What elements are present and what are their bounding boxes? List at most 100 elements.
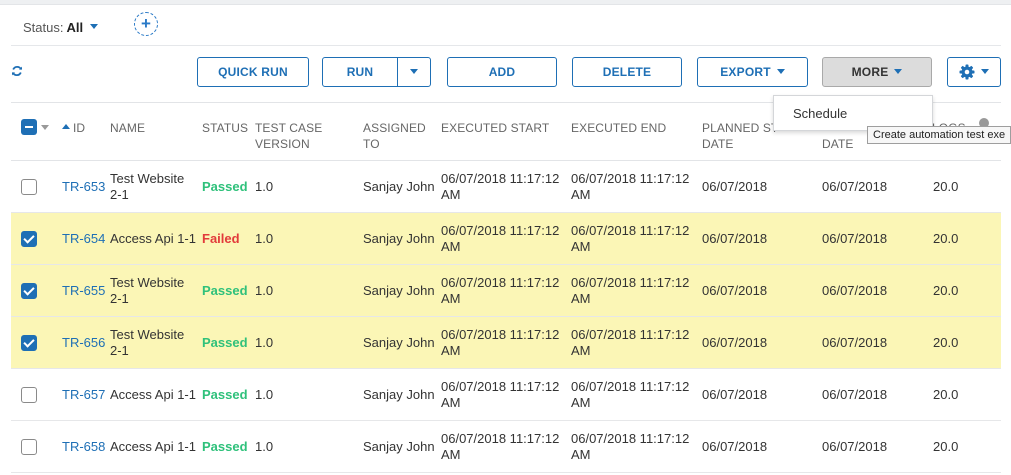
test-run-id-link[interactable]: TR-653 bbox=[62, 179, 105, 195]
row-checkbox[interactable] bbox=[21, 231, 37, 247]
logs-value: 20.0 bbox=[933, 179, 959, 194]
settings-button[interactable] bbox=[947, 57, 1001, 87]
executed-end: 06/07/2018 11:17:12 AM bbox=[571, 379, 689, 411]
table-row[interactable]: TR-657 Access Api 1-1 Passed 1.0 Sanjay John… bbox=[11, 369, 1001, 421]
executed-end-date: 06/07/2018 11:17:12 bbox=[571, 275, 690, 290]
executed-start-ampm: AM bbox=[441, 187, 461, 202]
executed-start-date: 06/07/2018 11:17:12 bbox=[441, 275, 560, 290]
test-run-name: Access Api 1-1 bbox=[110, 387, 196, 403]
test-run-name-line2: 2-1 bbox=[110, 291, 129, 306]
chevron-down-icon bbox=[894, 69, 903, 75]
menu-item-schedule[interactable]: Schedule bbox=[793, 106, 847, 121]
delete-button[interactable]: DELETE bbox=[572, 57, 682, 87]
test-case-version: 1.0 bbox=[255, 283, 274, 298]
tooltip: Create automation test exe bbox=[867, 126, 1011, 144]
test-run-id-link[interactable]: TR-656 bbox=[62, 335, 105, 351]
status-badge: Passed bbox=[202, 179, 248, 194]
row-checkbox[interactable] bbox=[21, 283, 37, 299]
table-row[interactable]: TR-656 Test Website 2-1 Passed 1.0 Sanjay Joh… bbox=[11, 317, 1001, 369]
test-run-name-line1: Test Website bbox=[110, 275, 185, 290]
more-button[interactable]: MORE bbox=[822, 57, 932, 87]
chevron-down-icon bbox=[776, 69, 785, 75]
planned-end-date: 06/07/2018 bbox=[822, 179, 888, 194]
row-checkbox[interactable] bbox=[21, 439, 37, 455]
executed-start-ampm: AM bbox=[441, 447, 461, 462]
executed-end-ampm: AM bbox=[571, 343, 591, 358]
test-run-name-line2: 2-1 bbox=[110, 343, 129, 358]
status-filter-label: Status: bbox=[23, 20, 64, 35]
test-run-name: Test Website 2-1 bbox=[110, 171, 184, 203]
executed-start-date: 06/07/2018 11:17:12 bbox=[441, 171, 560, 186]
executed-start: 06/07/2018 11:17:12 AM bbox=[441, 223, 559, 255]
executed-end-ampm: AM bbox=[571, 291, 591, 306]
row-checkbox[interactable] bbox=[21, 387, 37, 403]
column-header-assigned-line1: ASSIGNED bbox=[363, 121, 426, 135]
executed-end: 06/07/2018 11:17:12 AM bbox=[571, 275, 689, 307]
logs-value: 20.0 bbox=[933, 231, 959, 246]
test-run-name: Access Api 1-1 bbox=[110, 231, 196, 247]
executed-end-ampm: AM bbox=[571, 447, 591, 462]
chevron-down-icon bbox=[410, 69, 418, 75]
test-run-id-link[interactable]: TR-655 bbox=[62, 283, 105, 299]
assigned-to: Sanjay John bbox=[363, 335, 435, 350]
refresh-icon[interactable] bbox=[11, 65, 23, 77]
test-run-id-link[interactable]: TR-657 bbox=[62, 387, 105, 403]
column-header-planned-start[interactable]: PLANNED ST DATE bbox=[702, 120, 778, 152]
top-border bbox=[0, 0, 1011, 5]
add-button[interactable]: ADD bbox=[447, 57, 557, 87]
planned-end-date: 06/07/2018 bbox=[822, 283, 888, 298]
table-row[interactable]: TR-653 Test Website 2-1 Passed 1.0 Sanjay Joh… bbox=[11, 161, 1001, 213]
table-row[interactable]: TR-655 Test Website 2-1 Passed 1.0 Sanjay Joh… bbox=[11, 265, 1001, 317]
executed-start: 06/07/2018 11:17:12 AM bbox=[441, 379, 559, 411]
planned-start-date: 06/07/2018 bbox=[702, 179, 768, 194]
column-header-id-label: ID bbox=[73, 121, 86, 135]
planned-end-date: 06/07/2018 bbox=[822, 387, 888, 402]
executed-end-date: 06/07/2018 11:17:12 bbox=[571, 171, 690, 186]
column-header-planned-end[interactable]: DATE bbox=[822, 136, 854, 152]
select-all-checkbox[interactable] bbox=[21, 119, 37, 135]
column-header-id[interactable]: ID bbox=[62, 120, 85, 136]
logs-value: 20.0 bbox=[933, 439, 959, 454]
gear-icon bbox=[959, 64, 975, 80]
test-case-version: 1.0 bbox=[255, 179, 274, 194]
select-options-chevron-icon[interactable] bbox=[41, 125, 49, 130]
export-button[interactable]: EXPORT bbox=[697, 57, 808, 87]
logs-value: 20.0 bbox=[933, 387, 959, 402]
table-row[interactable]: TR-658 Access Api 1-1 Passed 1.0 Sanjay John… bbox=[11, 421, 1001, 473]
column-header-executed-start[interactable]: EXECUTED START bbox=[441, 120, 549, 136]
planned-end-date: 06/07/2018 bbox=[822, 335, 888, 350]
run-options-button[interactable] bbox=[397, 57, 431, 87]
test-case-version: 1.0 bbox=[255, 231, 274, 246]
executed-start: 06/07/2018 11:17:12 AM bbox=[441, 327, 559, 359]
row-checkbox[interactable] bbox=[21, 335, 37, 351]
status-filter-dropdown[interactable]: Status: All bbox=[23, 20, 99, 35]
executed-start-date: 06/07/2018 11:17:12 bbox=[441, 327, 560, 342]
test-run-name-line1: Test Website bbox=[110, 327, 185, 342]
test-run-id-link[interactable]: TR-654 bbox=[62, 231, 105, 247]
column-header-name[interactable]: NAME bbox=[110, 120, 145, 136]
test-run-name-line1: Test Website bbox=[110, 171, 185, 186]
executed-start-ampm: AM bbox=[441, 343, 461, 358]
column-header-version[interactable]: TEST CASE VERSION bbox=[255, 120, 322, 152]
executed-end: 06/07/2018 11:17:12 AM bbox=[571, 327, 689, 359]
test-case-version: 1.0 bbox=[255, 439, 274, 454]
planned-end-date: 06/07/2018 bbox=[822, 231, 888, 246]
assigned-to: Sanjay John bbox=[363, 283, 435, 298]
row-checkbox[interactable] bbox=[21, 179, 37, 195]
column-header-executed-end[interactable]: EXECUTED END bbox=[571, 120, 666, 136]
add-filter-button[interactable]: + bbox=[134, 12, 158, 36]
test-run-name: Access Api 1-1 bbox=[110, 439, 196, 455]
column-header-status[interactable]: STATUS bbox=[202, 120, 248, 136]
column-header-assigned[interactable]: ASSIGNED TO bbox=[363, 120, 426, 152]
test-run-name: Test Website 2-1 bbox=[110, 327, 184, 359]
test-run-id-link[interactable]: TR-658 bbox=[62, 439, 105, 455]
test-case-version: 1.0 bbox=[255, 387, 274, 402]
test-run-name-line1: Access Api 1-1 bbox=[110, 387, 196, 402]
executed-end-date: 06/07/2018 11:17:12 bbox=[571, 327, 690, 342]
table-row[interactable]: TR-654 Access Api 1-1 Failed 1.0 Sanjay John… bbox=[11, 213, 1001, 265]
quick-run-button[interactable]: QUICK RUN bbox=[197, 57, 309, 87]
run-button[interactable]: RUN bbox=[322, 57, 398, 87]
divider bbox=[11, 45, 1001, 46]
test-run-name-line1: Access Api 1-1 bbox=[110, 439, 196, 454]
chevron-down-icon bbox=[981, 69, 989, 75]
